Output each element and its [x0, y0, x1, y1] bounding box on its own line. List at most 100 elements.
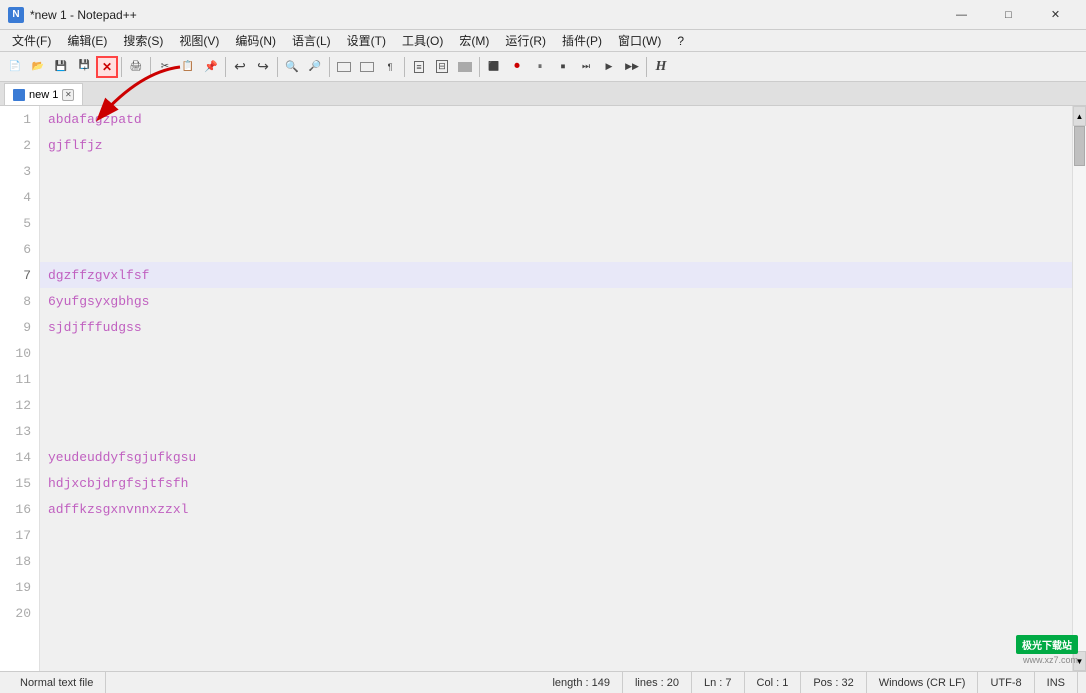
menu-tools[interactable]: 工具(O) — [394, 30, 451, 52]
line-text-15: hdjxcbjdrgfsjtfsfh — [48, 476, 188, 491]
status-length: length : 149 — [540, 672, 623, 693]
editor-line-3 — [40, 158, 1072, 184]
h-icon: H — [656, 59, 667, 75]
line-number-6: 6 — [8, 236, 31, 262]
close-icon: ✕ — [102, 60, 112, 74]
status-encoding: UTF-8 — [978, 672, 1034, 693]
menu-plugins[interactable]: 插件(P) — [554, 30, 610, 52]
find-replace-button[interactable]: 🔎 — [304, 56, 326, 78]
editor-line-12 — [40, 392, 1072, 418]
menu-run[interactable]: 运行(R) — [497, 30, 554, 52]
status-pos: Pos : 32 — [801, 672, 866, 693]
separator-5 — [329, 57, 330, 77]
status-bar: Normal text file length : 149 lines : 20… — [0, 671, 1086, 693]
vertical-scrollbar[interactable]: ▲ ▼ — [1072, 106, 1086, 671]
tb-btn-9[interactable]: ⏸ — [529, 56, 551, 78]
line-text-14: yeudeuddyfsgjufkgsu — [48, 450, 196, 465]
tb-btn-13[interactable]: ▶▶ — [621, 56, 643, 78]
save-button[interactable]: 💾 — [50, 56, 72, 78]
line-number-14: 14 — [8, 444, 31, 470]
separator-1 — [121, 57, 122, 77]
editor-line-16: adffkzsgxnvnnxzzxl — [40, 496, 1072, 522]
menu-search[interactable]: 搜索(S) — [115, 30, 171, 52]
tb-btn-2[interactable] — [356, 56, 378, 78]
minimize-button[interactable]: — — [939, 4, 984, 26]
title-bar: N *new 1 - Notepad++ — □ ✕ — [0, 0, 1086, 30]
tab-close-button[interactable]: ✕ — [62, 89, 74, 101]
tb-btn-5[interactable]: ⊟ — [431, 56, 453, 78]
h-button[interactable]: H — [650, 56, 672, 78]
title-bar-left: N *new 1 - Notepad++ — [8, 7, 137, 23]
find-replace-icon: 🔎 — [309, 61, 321, 72]
app-icon: N — [8, 7, 24, 23]
line-numbers: 1234567891011121314151617181920 — [0, 106, 40, 671]
line-number-5: 5 — [8, 210, 31, 236]
editor-line-17 — [40, 522, 1072, 548]
line-number-9: 9 — [8, 314, 31, 340]
menu-settings[interactable]: 设置(T) — [339, 30, 394, 52]
print-button[interactable]: 🖨 — [125, 56, 147, 78]
line-number-16: 16 — [8, 496, 31, 522]
copy-button[interactable]: 📋 — [177, 56, 199, 78]
scroll-down-arrow[interactable]: ▼ — [1073, 651, 1086, 671]
separator-6 — [404, 57, 405, 77]
menu-edit[interactable]: 编辑(E) — [59, 30, 115, 52]
close-button-toolbar[interactable]: ✕ — [96, 56, 118, 78]
tb-btn-4[interactable]: ≡ — [408, 56, 430, 78]
line-number-15: 15 — [8, 470, 31, 496]
tb-btn-10[interactable]: ⏹ — [552, 56, 574, 78]
open-button[interactable]: 📂 — [27, 56, 49, 78]
tab-file-icon — [13, 89, 25, 101]
line-number-11: 11 — [8, 366, 31, 392]
scroll-thumb[interactable] — [1074, 126, 1085, 166]
line-text-1: abdafagzpatd — [48, 112, 142, 127]
menu-bar: 文件(F) 编辑(E) 搜索(S) 视图(V) 编码(N) 语言(L) 设置(T… — [0, 30, 1086, 52]
tab-new1[interactable]: new 1 ✕ — [4, 83, 83, 105]
line-number-7: 7 — [8, 262, 31, 288]
tb-btn-12[interactable]: ▶ — [598, 56, 620, 78]
undo-button[interactable]: ↩ — [229, 56, 251, 78]
tb-btn-1[interactable] — [333, 56, 355, 78]
menu-view[interactable]: 视图(V) — [171, 30, 227, 52]
editor-line-2: gjflfjz — [40, 132, 1072, 158]
editor-line-15: hdjxcbjdrgfsjtfsfh — [40, 470, 1072, 496]
separator-2 — [150, 57, 151, 77]
window-controls: — □ ✕ — [939, 4, 1078, 26]
editor-line-9: sjdjfffudgss — [40, 314, 1072, 340]
undo-icon: ↩ — [234, 58, 246, 75]
maximize-button[interactable]: □ — [986, 4, 1031, 26]
line-number-13: 13 — [8, 418, 31, 444]
tb-btn-6[interactable] — [454, 56, 476, 78]
line-text-2: gjflfjz — [48, 138, 103, 153]
status-col: Col : 1 — [745, 672, 802, 693]
print-icon: 🖨 — [130, 61, 143, 72]
editor-content[interactable]: abdafagzpatd gjflfjz dgzffzgvxlfsf 6yufgsy… — [40, 106, 1072, 671]
menu-help[interactable]: ? — [669, 30, 692, 52]
menu-file[interactable]: 文件(F) — [4, 30, 59, 52]
tb-btn-8[interactable]: ⏺ — [506, 56, 528, 78]
menu-language[interactable]: 语言(L) — [284, 30, 339, 52]
new-button[interactable]: 📄 — [4, 56, 26, 78]
tb-btn-3[interactable]: ¶ — [379, 56, 401, 78]
menu-macro[interactable]: 宏(M) — [451, 30, 497, 52]
cut-button[interactable]: ✂ — [154, 56, 176, 78]
scroll-up-arrow[interactable]: ▲ — [1073, 106, 1086, 126]
find-button[interactable]: 🔍 — [281, 56, 303, 78]
save-all-button[interactable]: 💾 + xx — [73, 56, 95, 78]
tb-btn-7[interactable]: ⬛ — [483, 56, 505, 78]
status-ins: INS — [1035, 672, 1078, 693]
editor-line-11 — [40, 366, 1072, 392]
paste-icon: 📌 — [204, 60, 218, 73]
paste-button[interactable]: 📌 — [200, 56, 222, 78]
close-button[interactable]: ✕ — [1033, 4, 1078, 26]
line-number-4: 4 — [8, 184, 31, 210]
menu-window[interactable]: 窗口(W) — [610, 30, 669, 52]
line-number-10: 10 — [8, 340, 31, 366]
line-text-7: dgzffzgvxlfsf — [48, 268, 149, 283]
menu-encoding[interactable]: 编码(N) — [227, 30, 284, 52]
editor-line-20 — [40, 600, 1072, 626]
tb-btn-11[interactable]: ⏭ — [575, 56, 597, 78]
redo-button[interactable]: ↪ — [252, 56, 274, 78]
editor-line-14: yeudeuddyfsgjufkgsu — [40, 444, 1072, 470]
editor-line-8: 6yufgsyxgbhgs — [40, 288, 1072, 314]
